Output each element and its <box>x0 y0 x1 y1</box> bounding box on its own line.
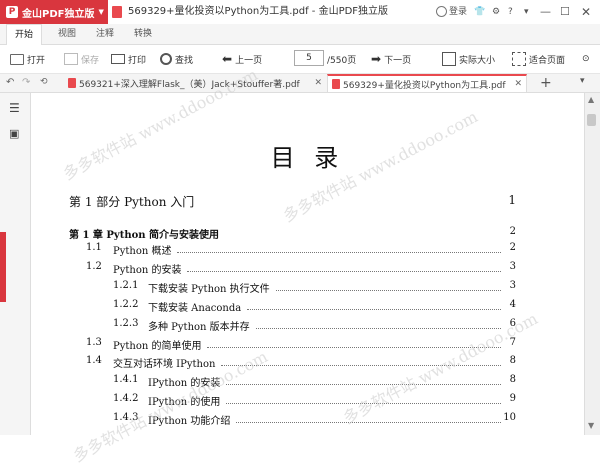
toc-entry-number: 1.2.3 <box>113 317 139 329</box>
pdf-file-icon <box>112 6 122 18</box>
app-name: 金山PDF独立版 <box>22 8 95 20</box>
toc-entry-number: 1.4 <box>86 355 102 367</box>
arrow-right-icon: ➡ <box>371 52 382 66</box>
scrollbar-thumb[interactable] <box>587 114 596 126</box>
help-icon[interactable]: ? <box>508 0 513 24</box>
history-icon[interactable]: ⟲ <box>40 77 48 87</box>
toc-part: 第 1 部分 Python 入门 <box>69 195 195 209</box>
minimize-icon[interactable]: — <box>540 0 551 24</box>
toc-leader-dots <box>256 327 501 329</box>
more-tools-icon[interactable]: ⊙ <box>582 45 590 73</box>
pdf-file-icon <box>332 79 340 89</box>
window-title: 569329+量化投资以Python为工具.pdf - 金山PDF独立版 <box>128 6 389 17</box>
toc-entry-number: 1.2.2 <box>113 298 139 310</box>
tab-convert[interactable]: 转换 <box>126 24 160 44</box>
folder-icon <box>10 53 24 65</box>
toc-entry-number: 1.4.2 <box>113 393 139 405</box>
maximize-icon[interactable]: ☐ <box>560 0 570 24</box>
close-icon[interactable]: ✕ <box>581 0 591 24</box>
new-tab-icon[interactable]: + <box>540 74 552 92</box>
tab-close-icon[interactable]: ✕ <box>314 78 322 88</box>
actual-size-icon <box>442 52 456 66</box>
document-tabs: ↶ ↷ ⟲ 569321+深入理解Flask_（美）Jack+Stouffer著… <box>0 74 600 93</box>
save-icon <box>64 53 78 65</box>
toc-entry[interactable]: 1.4.2 IPython 的使用 9 <box>31 393 584 409</box>
toc-entry-number: 1.2.1 <box>113 279 139 291</box>
more-icon[interactable]: ▾ <box>524 0 529 24</box>
toc-entry-label: 下载安装 Anaconda <box>148 302 242 314</box>
chevron-down-icon: ▼ <box>98 8 104 16</box>
app-logo-icon: P <box>6 6 18 18</box>
toc-entry[interactable]: 1.2.2 下载安装 Anaconda 4 <box>31 299 584 315</box>
save-button[interactable]: 保存 <box>64 45 99 73</box>
scroll-down-icon[interactable]: ▼ <box>588 421 594 430</box>
toc-entry-label: 下载安装 Python 执行文件 <box>148 283 270 295</box>
pdf-file-icon <box>68 78 76 88</box>
settings-icon[interactable]: ⚙ <box>492 0 500 24</box>
vertical-scrollbar[interactable]: ▲ ▼ <box>584 93 600 435</box>
app-menu-button[interactable]: P 金山PDF独立版 ▼ <box>0 0 108 24</box>
toc-entry-page: 4 <box>509 298 516 310</box>
doc-tab-quant[interactable]: 569329+量化投资以Python为工具.pdf ✕ <box>327 74 527 92</box>
toc-entry-number: 1.3 <box>86 336 102 348</box>
fit-page-icon <box>512 52 526 66</box>
login-button[interactable]: 登录 <box>436 0 467 24</box>
toc-entry-page: 3 <box>509 279 516 291</box>
toc-entry-number: 1.1 <box>86 242 102 253</box>
skin-icon[interactable]: 👕 <box>474 0 485 24</box>
open-button[interactable]: 打开 <box>10 45 45 73</box>
toc-entry-page: 8 <box>509 374 516 386</box>
actual-size-button[interactable]: 实际大小 <box>442 45 495 73</box>
toc-entry[interactable]: 1.4 交互对话环境 IPython 8 <box>31 355 584 371</box>
toc-leader-dots <box>276 289 501 291</box>
redo-icon[interactable]: ↷ <box>22 77 30 88</box>
printer-icon <box>111 54 125 64</box>
print-button[interactable]: 打印 <box>111 45 146 73</box>
ribbon-tabs: 开始 视图 注释 转换 <box>0 24 600 45</box>
toc-entry-page: 9 <box>509 393 516 405</box>
scroll-up-icon[interactable]: ▲ <box>588 95 594 104</box>
toc-leader-dots <box>247 308 501 310</box>
arrow-left-icon: ⬅ <box>222 52 233 66</box>
search-icon <box>160 53 172 65</box>
toc-entry[interactable]: 1.4.1 IPython 的安装 8 <box>31 374 584 390</box>
panel-toggle[interactable] <box>0 232 6 302</box>
toc-leader-dots <box>236 422 501 424</box>
toc-entry-label: Python 的简单使用 <box>113 340 202 352</box>
next-page-button[interactable]: ➡ 下一页 <box>371 45 411 73</box>
page-number-input[interactable]: 5 <box>294 50 324 66</box>
tab-list-icon[interactable]: ▾ <box>580 76 585 86</box>
toc-leader-dots <box>187 270 501 272</box>
toc-entry-label: Python 的安装 <box>113 264 182 276</box>
toc-entry[interactable]: 1.1 Python 概述 2 <box>31 242 584 258</box>
toc-entry-label: 交互对话环境 IPython <box>113 359 216 371</box>
find-button[interactable]: 查找 <box>160 45 193 73</box>
document-view: 目 录 第 1 部分 Python 入门 1 第 1 章 Python 简介与安… <box>31 65 584 466</box>
toc-entry-label: 多种 Python 版本并存 <box>148 321 250 333</box>
outline-icon[interactable]: ☰ <box>9 101 20 115</box>
toc-part-page: 1 <box>508 193 516 207</box>
toc-entry-page: 2 <box>509 242 516 253</box>
toc-entry-label: Python 概述 <box>113 246 172 257</box>
tab-view[interactable]: 视图 <box>50 24 84 44</box>
tab-annotate[interactable]: 注释 <box>88 24 122 44</box>
toc-leader-dots <box>226 384 501 386</box>
toc-entry-number: 1.4.1 <box>113 374 139 386</box>
toc-entry-number: 1.2 <box>86 260 102 272</box>
toc-entry[interactable]: 1.2 Python 的安装 3 <box>31 261 584 277</box>
toc-entry-page: 3 <box>509 260 516 272</box>
page-total: /550页 <box>327 55 357 66</box>
toc-leader-dots <box>177 252 501 253</box>
tab-start[interactable]: 开始 <box>6 24 43 45</box>
toc-chapter: 第 1 章 Python 简介与安装使用 <box>69 230 220 241</box>
undo-icon[interactable]: ↶ <box>6 77 14 88</box>
thumbnail-icon[interactable]: ▣ <box>9 127 19 140</box>
fit-page-button[interactable]: 适合页面 <box>512 45 565 73</box>
tab-close-icon[interactable]: ✕ <box>514 79 522 89</box>
toc-entry-page: 8 <box>509 355 516 367</box>
toc-entry-page: 10 <box>503 412 516 424</box>
user-icon <box>436 6 447 17</box>
toc-entry[interactable]: 1.2.1 下载安装 Python 执行文件 3 <box>31 280 584 296</box>
toc-chapter-page: 2 <box>509 226 516 237</box>
